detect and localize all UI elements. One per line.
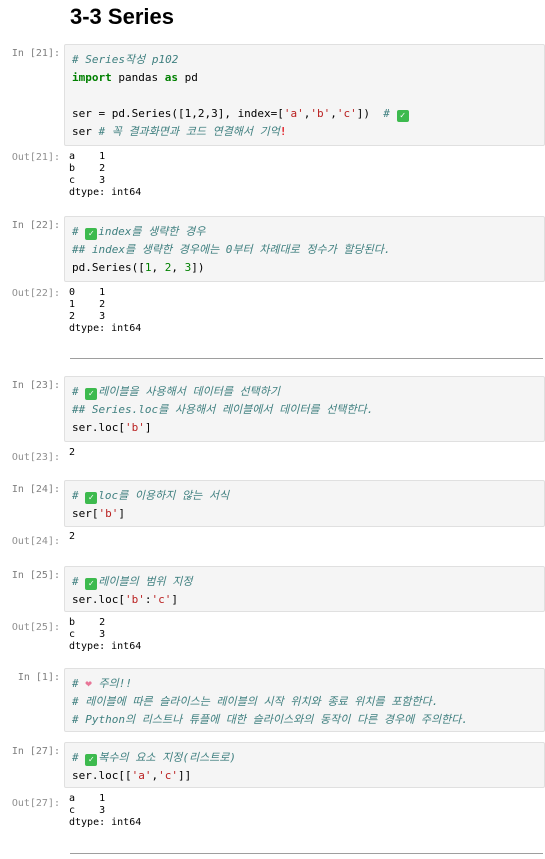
code-input[interactable]: # ✓ loc를 이용하지 않는 서식 ser['b'] (64, 480, 545, 527)
heart-icon: ❤ (85, 677, 92, 690)
code-line: pd.Series([1, 2, 3]) (72, 261, 205, 274)
code-line: ser.loc['b':'c'] (72, 593, 178, 606)
markdown-divider (70, 853, 543, 854)
code-input[interactable]: # Series작성 p102 import pandas as pd ser = … (64, 44, 545, 146)
output-line: a 1 (69, 793, 106, 804)
output-prompt: Out[23]: (11, 452, 60, 463)
output-line: a 1 (69, 151, 106, 162)
code-input[interactable]: # ✓ index를 생략한 경우 ## index를 생략한 경우에는 0부터 차… (64, 216, 545, 282)
check-mark-icon: ✓ (396, 110, 409, 122)
output-prompt: Out[25]: (11, 622, 60, 633)
input-prompt: In [1]: (17, 672, 60, 683)
code-line: ser = pd.Series([1,2,3], index=['a','b',… (72, 105, 538, 123)
code-input[interactable]: # ✓ 레이블의 범위 지정 ser.loc['b':'c'] (64, 566, 545, 612)
output-prompt: Out[27]: (11, 798, 60, 809)
cell-output: 2 (64, 528, 545, 543)
output-prompt: Out[21]: (11, 152, 60, 163)
cell-output: 2 (64, 444, 545, 459)
code-line: # ✓ 레이블을 사용해서 데이터를 선택하기 (72, 385, 281, 400)
markdown-divider (70, 358, 543, 359)
output-line: dtype: int64 (69, 323, 142, 334)
code-line: # ❤ 주의!! (72, 677, 132, 690)
code-line: # ✓ 레이블의 범위 지정 (72, 575, 193, 590)
cell-output: a 1c 3 dtype: int64 (64, 790, 545, 829)
code-input[interactable]: # ❤ 주의!! # 레이블에 따른 슬라이스는 레이블의 시작 위치와 종료 위… (64, 668, 545, 732)
output-prompt: Out[24]: (11, 536, 60, 547)
code-line: # ✓ loc를 이용하지 않는 서식 (72, 489, 230, 504)
input-prompt: In [24]: (11, 484, 60, 495)
output-line: 2 (69, 531, 76, 542)
check-mark-icon: ✓ (85, 388, 98, 400)
input-prompt: In [23]: (11, 380, 60, 391)
check-mark-icon: ✓ (85, 228, 98, 240)
output-line: dtype: int64 (69, 817, 142, 828)
check-mark-icon: ✓ (85, 754, 98, 766)
check-mark-icon: ✓ (85, 492, 98, 504)
output-line: b 2 (69, 163, 106, 174)
output-line: dtype: int64 (69, 641, 142, 652)
output-line: 2 3 (69, 311, 106, 322)
code-input[interactable]: # ✓ 레이블을 사용해서 데이터를 선택하기 ## Series.loc를 사용해… (64, 376, 545, 442)
cell-output: 0 11 22 3 dtype: int64 (64, 284, 545, 335)
input-prompt: In [22]: (11, 220, 60, 231)
output-line: 1 2 (69, 299, 106, 310)
code-line: ser['b'] (72, 507, 125, 520)
code-line: # Python의 리스트나 튜플에 대한 슬라이스와의 동작이 다른 경우에 … (72, 713, 468, 726)
code-line: ser.loc[['a','c']] (72, 769, 192, 782)
code-line: ser # 꼭 결과화면과 코드 연결해서 기억! (72, 125, 287, 138)
output-line: c 3 (69, 805, 106, 816)
code-line: # 레이블에 따른 슬라이스는 레이블의 시작 위치와 종료 위치를 포함한다. (72, 695, 439, 708)
code-line: ## index를 생략한 경우에는 0부터 차례대로 정수가 할당된다. (72, 243, 391, 256)
code-line: ## Series.loc를 사용해서 레이블에서 데이터를 선택한다. (72, 403, 374, 416)
check-mark-icon: ✓ (85, 578, 98, 590)
code-input[interactable]: # ✓ 복수의 요소 지정(리스트로) ser.loc[['a','c']] (64, 742, 545, 788)
cell-output: b 2c 3 dtype: int64 (64, 614, 545, 653)
cell-output: a 1b 2c 3 dtype: int64 (64, 148, 545, 199)
code-line: # ✓ index를 생략한 경우 (72, 225, 206, 240)
code-line: # Series작성 p102 (72, 53, 179, 66)
code-line: import pandas as pd (72, 71, 198, 84)
output-prompt: Out[22]: (11, 288, 60, 299)
exclamation-icon: ! (279, 125, 287, 138)
output-line: 0 1 (69, 287, 106, 298)
input-prompt: In [27]: (11, 746, 60, 757)
code-line: # ✓ 복수의 요소 지정(리스트로) (72, 751, 237, 766)
code-line: ser.loc['b'] (72, 421, 152, 434)
output-line: c 3 (69, 629, 106, 640)
notebook-heading: 3-3 Series (70, 4, 174, 29)
output-line: 2 (69, 447, 76, 458)
input-prompt: In [25]: (11, 570, 60, 581)
output-line: b 2 (69, 617, 106, 628)
output-line: dtype: int64 (69, 187, 142, 198)
input-prompt: In [21]: (11, 48, 60, 59)
output-line: c 3 (69, 175, 106, 186)
